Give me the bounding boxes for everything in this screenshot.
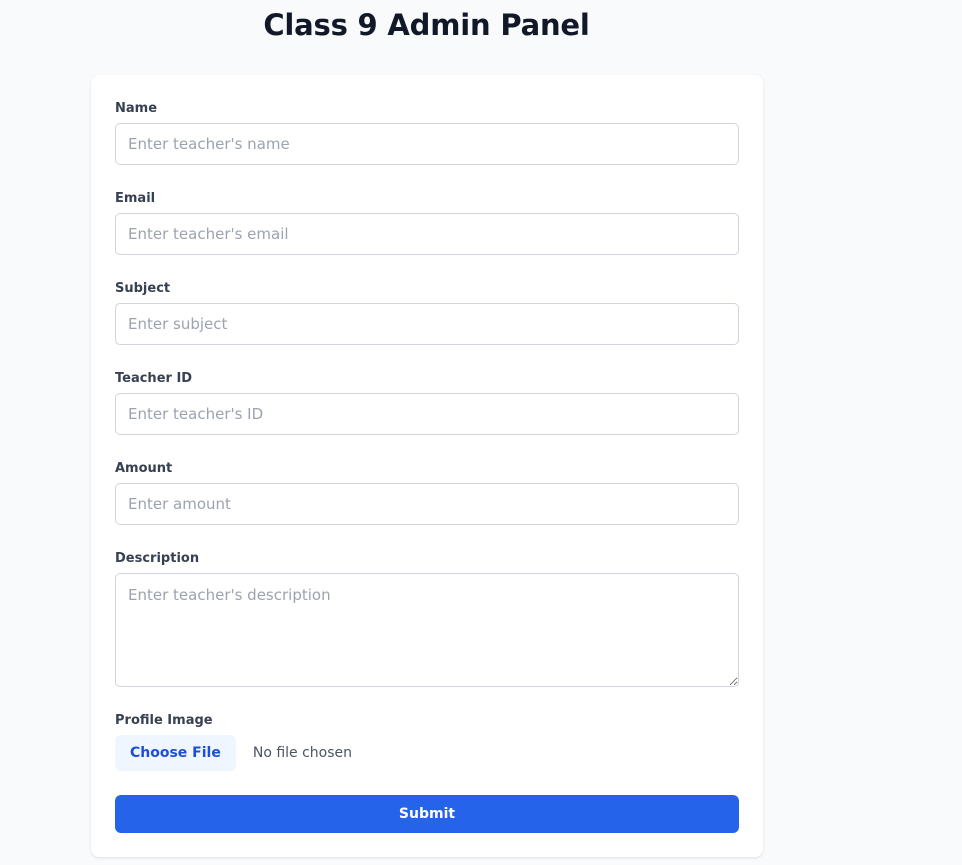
name-input[interactable] (115, 123, 739, 165)
description-label: Description (115, 551, 200, 566)
choose-file-button[interactable]: Choose File (115, 735, 236, 771)
subject-input[interactable] (115, 303, 739, 345)
file-status-text: No file chosen (252, 745, 353, 761)
email-label: Email (115, 191, 156, 206)
page-title: Class 9 Admin Panel (263, 8, 590, 42)
amount-input[interactable] (115, 483, 739, 525)
name-label: Name (115, 101, 158, 116)
teacher-id-label: Teacher ID (115, 371, 193, 386)
teacher-id-input[interactable] (115, 393, 739, 435)
submit-button[interactable]: Submit (115, 795, 739, 833)
file-input: Choose File No file chosen (115, 735, 352, 771)
subject-label: Subject (115, 281, 171, 296)
admin-panel-page: Class 9 Admin Panel Name Email Subject T… (0, 0, 962, 865)
email-input[interactable] (115, 213, 739, 255)
amount-label: Amount (115, 461, 173, 476)
teacher-form: Name Email Subject Teacher ID Amount Des… (91, 75, 763, 857)
description-textarea[interactable] (115, 573, 739, 687)
profile-image-label: Profile Image (115, 713, 213, 728)
